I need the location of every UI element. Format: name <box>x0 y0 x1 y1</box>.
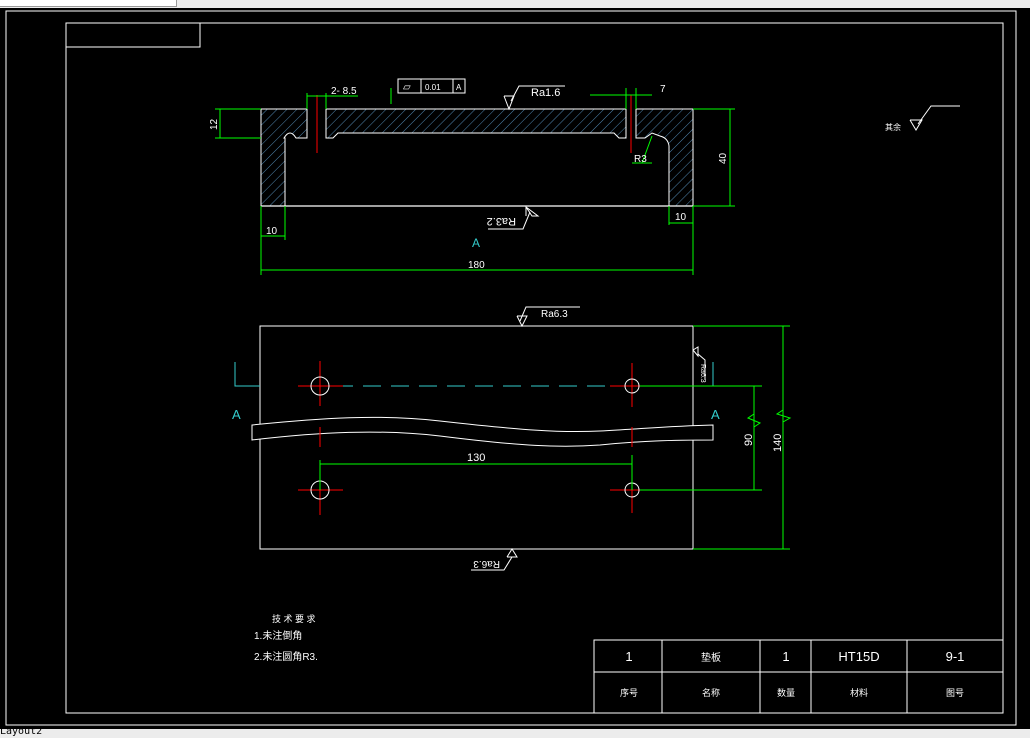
section-cut-left <box>234 362 260 387</box>
corner-title-box <box>65 22 201 48</box>
dim-height-right-text: 40 <box>718 152 729 164</box>
title-block <box>593 639 1004 714</box>
plan-roughness-side: Ra6.3 <box>699 364 706 383</box>
dim-wall-left-text: 10 <box>266 226 278 237</box>
other-roughness-symbol: 其余 <box>885 105 960 132</box>
flatness-symbol: ▱ <box>403 82 411 93</box>
dim-width: 140 <box>772 434 784 452</box>
plan-roughness-top: Ra6.3 <box>541 309 568 320</box>
tech-req-item: 2.未注圆角R3. <box>254 650 318 663</box>
flatness-value: 0.01 <box>425 83 441 92</box>
title-cell: 9-1 <box>946 649 965 664</box>
tech-requirements: 技 术 要 求 1.未注倒角 2.未注圆角R3. <box>254 613 318 663</box>
dim-hole-text: 2- 8.5 <box>331 86 357 97</box>
roughness-top-text: Ra1.6 <box>531 87 560 99</box>
dim-hole-spacing-x: 130 <box>467 452 485 464</box>
layout-tab[interactable]: Layout2 <box>0 726 42 737</box>
title-header: 序号 <box>620 687 638 698</box>
title-header: 图号 <box>946 688 964 698</box>
title-cell: 1 <box>782 649 789 664</box>
tech-req-title: 技 术 要 求 <box>272 613 316 624</box>
plan-view: Ra6.3 Ra6.3 Ra6.3 A A 130 90 140 <box>232 306 792 571</box>
title-cell: 垫板 <box>701 651 721 664</box>
title-cell: HT15D <box>838 649 879 664</box>
tech-req-item: 1.未注倒角 <box>254 629 302 642</box>
title-header: 数量 <box>777 687 795 698</box>
section-body <box>260 108 694 207</box>
title-header: 名称 <box>702 687 720 698</box>
other-roughness-label: 其余 <box>885 122 901 132</box>
title-header: 材料 <box>850 687 868 698</box>
roughness-bottom-text: Ra3.2 <box>487 215 516 227</box>
cad-drawing-canvas[interactable]: ▱ 0.01 A 2- 8.5 7 Ra1.6 Ra3.2 12 40 R3 1… <box>0 0 1030 738</box>
dim-hole-spacing-y: 90 <box>743 434 755 446</box>
section-mark-right: A <box>711 407 720 422</box>
title-cell: 1 <box>625 649 632 664</box>
flatness-datum: A <box>456 83 462 92</box>
layout-tab-bar: Layout2 <box>0 726 1030 738</box>
section-view: ▱ 0.01 A 2- 8.5 7 Ra1.6 Ra3.2 12 40 R3 1… <box>209 78 735 275</box>
section-mark-left: A <box>232 407 241 422</box>
plan-roughness-bottom: Ra6.3 <box>473 558 500 569</box>
dim-wall-right-text: 10 <box>675 212 687 223</box>
section-label: A <box>472 236 480 250</box>
break-line <box>251 416 714 447</box>
dim-top-right-text: 7 <box>660 84 666 95</box>
dim-height-left-text: 12 <box>209 118 220 130</box>
dim-length-text: 180 <box>468 260 485 271</box>
radius-text: R3 <box>634 154 647 165</box>
